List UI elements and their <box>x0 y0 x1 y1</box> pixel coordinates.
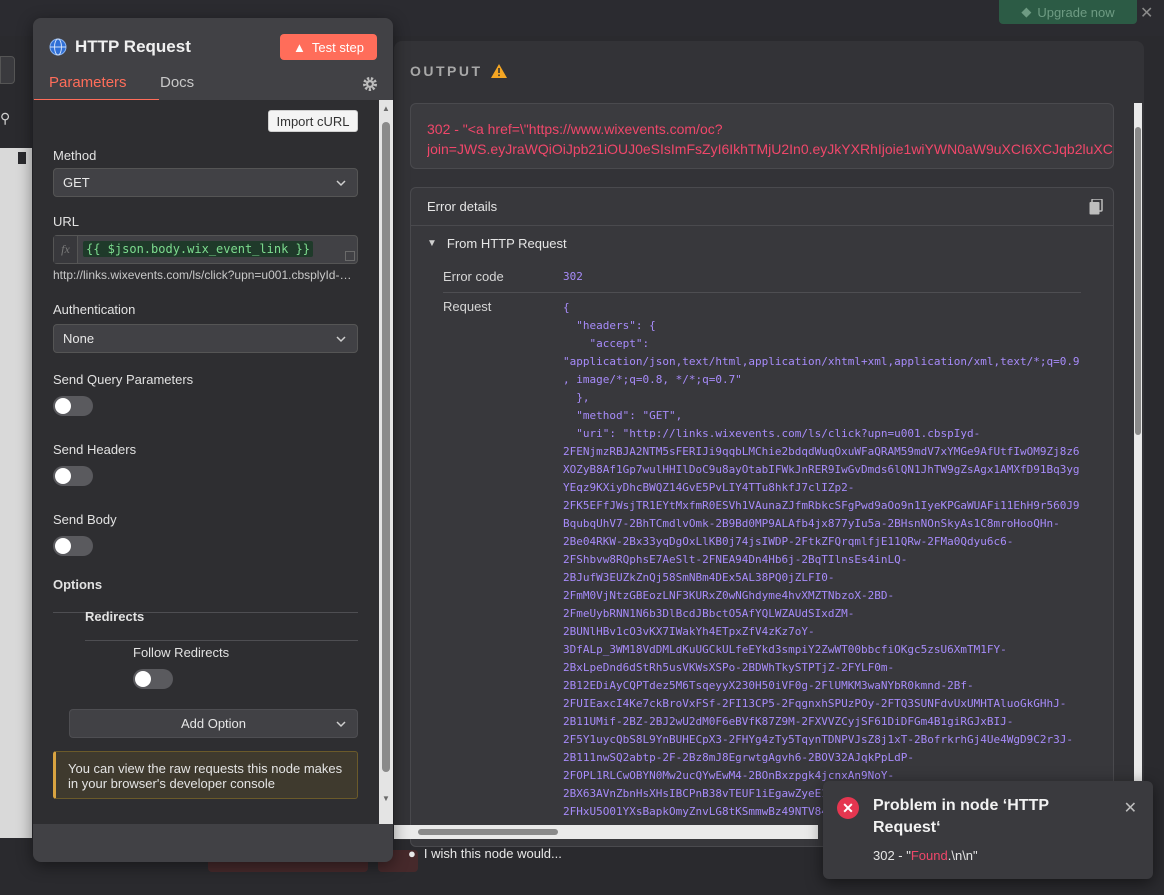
chevron-down-icon <box>336 180 346 187</box>
error-icon: ✕ <box>837 797 859 819</box>
divider <box>85 640 358 641</box>
node-title: HTTP Request <box>49 37 191 57</box>
method-label: Method <box>53 148 97 163</box>
import-curl-button[interactable]: Import cURL <box>268 110 358 132</box>
left-pane <box>0 148 32 838</box>
test-step-button[interactable]: ▲ Test step <box>280 34 377 60</box>
output-scrollbar-thumb[interactable] <box>1135 127 1141 435</box>
chevron-down-icon <box>336 336 346 343</box>
error-code-value: 302 <box>563 269 583 283</box>
send-headers-label: Send Headers <box>53 442 137 457</box>
left-pane-marker <box>18 152 26 164</box>
close-icon[interactable]: ✕ <box>1124 798 1137 818</box>
upgrade-label: Upgrade now <box>1037 4 1115 20</box>
warning-icon <box>490 64 507 78</box>
send-query-label: Send Query Parameters <box>53 372 194 387</box>
from-label: From HTTP Request <box>446 235 567 251</box>
url-preview: http://links.wixevents.com/ls/click?upn=… <box>53 268 358 282</box>
authentication-label: Authentication <box>53 302 136 317</box>
method-select[interactable]: GET <box>53 168 358 197</box>
globe-icon <box>49 38 67 56</box>
toast-message-highlight: Found <box>910 848 948 863</box>
node-title-label: HTTP Request <box>75 37 191 56</box>
developer-console-notice: You can view the raw requests this node … <box>53 751 358 799</box>
redirects-label: Redirects <box>85 609 145 624</box>
upgrade-button[interactable]: ◆ Upgrade now <box>999 0 1137 24</box>
error-details-card: Error details ▼ From HTTP Request Error … <box>410 187 1114 847</box>
node-parameters-panel: HTTP Request ▲ Test step Parameters Docs… <box>33 18 393 862</box>
tab-bar: Parameters Docs <box>33 72 393 101</box>
error-code-row: Error code 302 <box>411 260 1113 292</box>
toast-message: 302 - "Found.\n\n" <box>873 848 978 863</box>
error-code-label: Error code <box>443 268 504 284</box>
chevron-down-icon <box>336 721 346 728</box>
gear-icon[interactable] <box>362 76 378 92</box>
expand-icon[interactable] <box>345 251 355 261</box>
error-details-header: Error details <box>411 188 1113 226</box>
url-expression: {{ $json.body.wix_event_link }} <box>83 241 313 257</box>
send-body-toggle[interactable] <box>53 536 93 556</box>
scroll-up-icon[interactable]: ▲ <box>382 104 390 113</box>
add-option-button[interactable]: Add Option <box>69 709 358 738</box>
toast-title: Problem in node ‘HTTP Request‘ <box>873 797 1049 836</box>
request-row: Request { "headers": { "accept": "applic… <box>411 293 1113 821</box>
tab-docs[interactable]: Docs <box>160 74 194 91</box>
copy-icon[interactable] <box>1089 199 1103 215</box>
expression-icon: fx <box>54 236 78 263</box>
request-code: { "headers": { "accept": "application/js… <box>563 301 1080 818</box>
flask-icon: ▲ <box>293 39 306 55</box>
method-value: GET <box>63 175 90 190</box>
follow-redirects-toggle[interactable] <box>133 669 173 689</box>
sidebar-stub <box>0 56 15 84</box>
toast-message-suffix: .\n\n" <box>947 848 978 863</box>
error-line: 302 - "<a href=\"https://www.wixevents.c… <box>427 121 723 137</box>
output-title: OUTPUT <box>410 63 483 79</box>
error-message: 302 - "<a href=\"https://www.wixevents.c… <box>410 103 1114 169</box>
output-header: OUTPUT <box>410 63 507 79</box>
error-line: join=JWS.eyJraWQiOiJpb21iOUJ0eSIsImFsZyI… <box>427 141 1113 157</box>
close-icon[interactable]: ✕ <box>1140 3 1153 23</box>
output-hscrollbar-thumb[interactable] <box>418 829 558 835</box>
error-details-label: Error details <box>427 199 498 214</box>
request-label: Request <box>443 299 492 314</box>
parameters-scrollbar-thumb[interactable] <box>382 122 390 772</box>
add-option-label: Add Option <box>180 716 247 731</box>
toast-message-prefix: 302 - " <box>873 848 911 863</box>
feedback-label: I wish this node would... <box>423 846 562 861</box>
url-label: URL <box>53 214 80 229</box>
url-field[interactable]: fx {{ $json.body.wix_event_link }} <box>53 235 358 264</box>
from-http-request-toggle[interactable]: ▼ From HTTP Request <box>411 226 1113 260</box>
authentication-select[interactable]: None <box>53 324 358 353</box>
tab-parameters[interactable]: Parameters <box>49 74 127 91</box>
search-icon[interactable]: ⚲ <box>0 110 10 127</box>
gem-icon: ◆ <box>1021 4 1032 19</box>
scroll-down-icon[interactable]: ▼ <box>382 794 390 803</box>
parameters-body: Import cURL Method GET URL fx {{ $json.b… <box>33 100 379 824</box>
feedback-link[interactable]: ● I wish this node would... <box>408 846 562 861</box>
chevron-down-icon: ▼ <box>427 237 437 249</box>
options-label: Options <box>53 577 103 592</box>
test-step-label: Test step <box>311 39 364 55</box>
authentication-value: None <box>63 331 95 346</box>
error-toast: ✕ Problem in node ‘HTTP Request‘ ✕ 302 -… <box>823 781 1153 879</box>
send-query-toggle[interactable] <box>53 396 93 416</box>
output-panel: OUTPUT 302 - "<a href=\"https://www.wixe… <box>394 41 1144 847</box>
send-headers-toggle[interactable] <box>53 466 93 486</box>
follow-redirects-label: Follow Redirects <box>133 645 230 660</box>
lightbulb-icon: ● <box>408 846 416 861</box>
send-body-label: Send Body <box>53 512 117 527</box>
